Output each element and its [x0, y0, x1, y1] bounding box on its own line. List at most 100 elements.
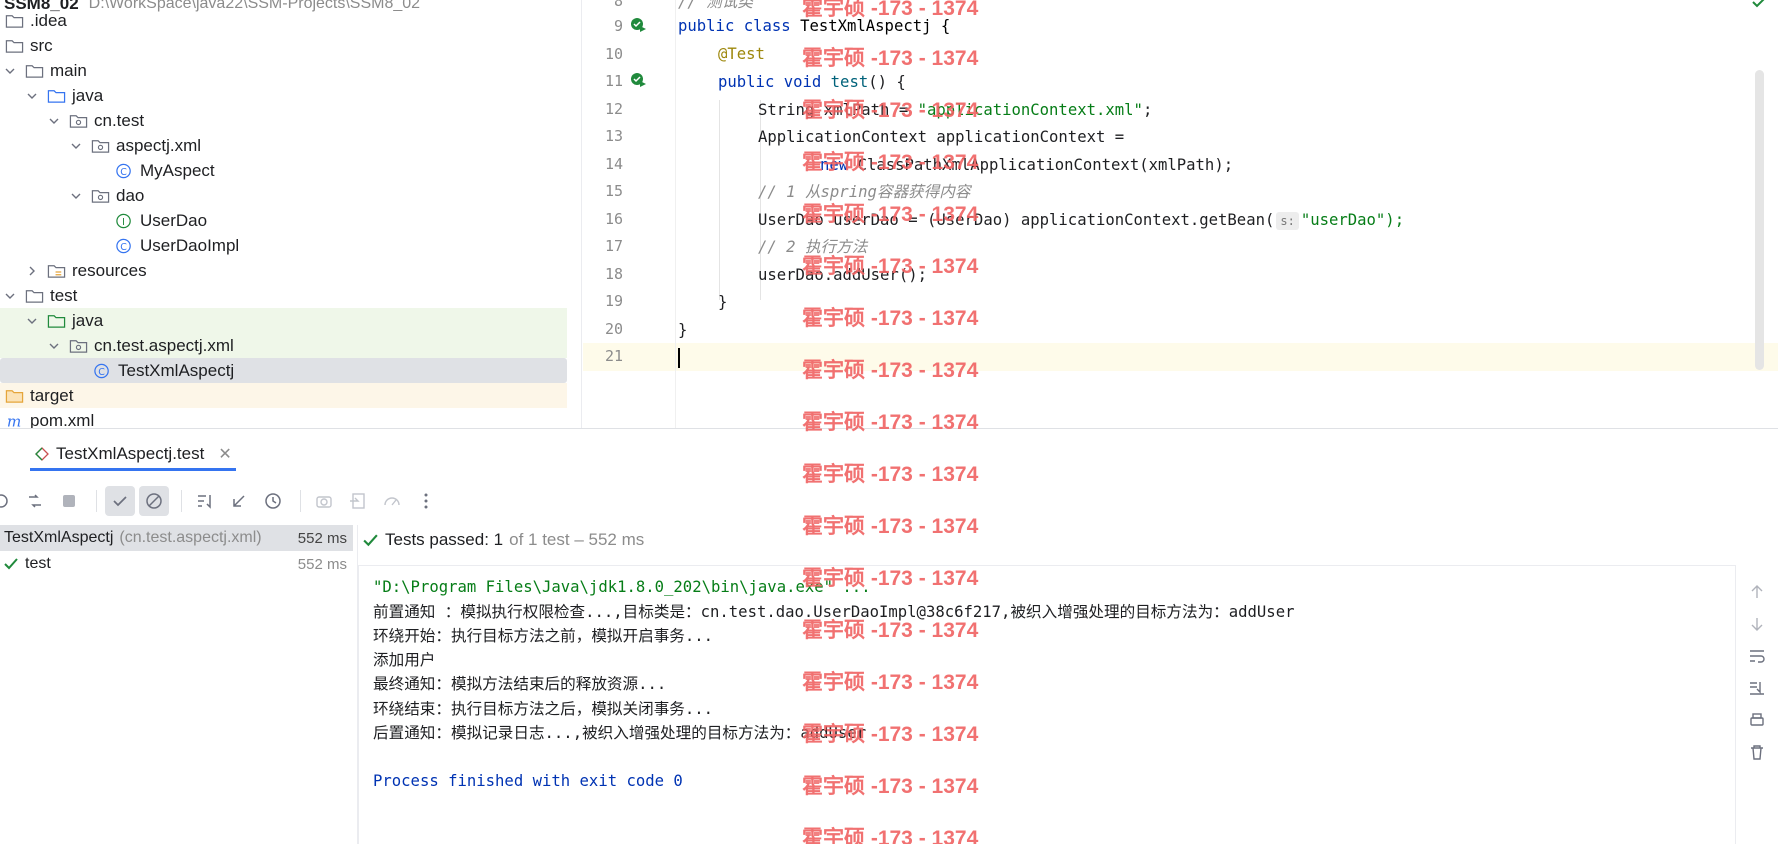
- code-line: new ClassPathXmlApplicationContext(xmlPa…: [820, 156, 1234, 174]
- tree-item-label: java: [72, 85, 104, 105]
- close-icon[interactable]: ✕: [218, 444, 231, 464]
- package-icon: [68, 337, 88, 355]
- tree-item-userdaoimpl[interactable]: C UserDaoImpl: [0, 233, 567, 258]
- code-line: // 2 执行方法: [758, 238, 868, 256]
- console-line: Process finished with exit code 0: [373, 772, 683, 790]
- tree-item-resources[interactable]: resources: [0, 258, 567, 283]
- current-line-highlight: [583, 343, 1778, 371]
- console-output[interactable]: "D:\Program Files\Java\jdk1.8.0_202\bin\…: [358, 565, 1736, 844]
- sort-icon[interactable]: [190, 486, 220, 516]
- tree-item-test-java[interactable]: java: [0, 308, 567, 333]
- code-line: userDao.addUser();: [758, 266, 927, 284]
- tree-item-main[interactable]: main: [0, 58, 567, 83]
- ide-window: SSM8_02 D:\WorkSpace\java22\SSM-Projects…: [0, 0, 1778, 844]
- arrow-up-icon[interactable]: [1744, 579, 1770, 605]
- test-name: test: [25, 555, 51, 572]
- tree-item-dao[interactable]: dao: [0, 183, 567, 208]
- folder-icon: [24, 62, 44, 80]
- chevron-down-icon[interactable]: [24, 88, 40, 104]
- arrow-down-icon[interactable]: [1744, 611, 1770, 637]
- svg-text:C: C: [120, 241, 127, 252]
- console-line: 后置通知：模拟记录日志...,被织入增强处理的目标方法为：addUser: [373, 724, 867, 742]
- scroll-to-end-icon[interactable]: [1744, 675, 1770, 701]
- tree-item-label: src: [30, 35, 53, 55]
- tree-item-label: .idea: [30, 10, 67, 30]
- chevron-down-icon[interactable]: [46, 338, 62, 354]
- line-number: 19: [604, 292, 623, 310]
- run-test-icon[interactable]: [629, 16, 647, 34]
- test-results-tree: TestXmlAspectj (cn.test.aspectj.xml) 552…: [0, 525, 358, 844]
- collapse-icon[interactable]: [224, 486, 254, 516]
- tab-label: TestXmlAspectj.test: [56, 443, 205, 463]
- test-suite-package: (cn.test.aspectj.xml): [119, 529, 262, 546]
- line-number: 18: [604, 265, 623, 283]
- package-icon: [90, 187, 110, 205]
- chevron-down-icon[interactable]: [68, 188, 84, 204]
- tree-item-label: dao: [116, 185, 145, 205]
- code-line: // 1 从spring容器获得内容: [758, 183, 971, 201]
- tree-item-cn-test-aspectj-xml[interactable]: cn.test.aspectj.xml: [0, 333, 567, 358]
- rerun-failed-icon[interactable]: [20, 486, 50, 516]
- chevron-down-icon[interactable]: [46, 113, 62, 129]
- status-passed: Tests passed: 1: [385, 530, 504, 549]
- line-number: 12: [604, 100, 623, 118]
- tree-item-aspectj-xml[interactable]: aspectj.xml: [0, 133, 567, 158]
- test-suite-name: TestXmlAspectj: [4, 529, 114, 546]
- line-number: 16: [604, 210, 623, 228]
- console-line: 添加用户: [373, 651, 436, 669]
- folder-icon: [24, 287, 44, 305]
- stop-icon[interactable]: [54, 486, 84, 516]
- line-number: 21: [604, 347, 623, 365]
- tree-item-label: MyAspect: [140, 160, 215, 180]
- tree-item-idea[interactable]: .idea: [0, 8, 567, 33]
- chevron-down-icon[interactable]: [24, 313, 40, 329]
- test-folder-icon: [46, 312, 66, 330]
- code-text: UserDao userDao = (UserDao) applicationC…: [758, 211, 1275, 229]
- import-icon[interactable]: [343, 486, 373, 516]
- console-side-toolbar: [1744, 579, 1774, 771]
- rerun-icon[interactable]: [0, 486, 16, 516]
- test-row[interactable]: test 552 ms: [0, 551, 353, 577]
- svg-text:C: C: [98, 366, 105, 377]
- tree-item-target[interactable]: target: [0, 383, 567, 408]
- chevron-down-icon[interactable]: [2, 63, 18, 79]
- test-time: 552 ms: [297, 555, 347, 573]
- tree-item-pom[interactable]: m pom.xml: [0, 408, 567, 429]
- tree-item-label: UserDaoImpl: [140, 235, 240, 255]
- test-suite-row[interactable]: TestXmlAspectj (cn.test.aspectj.xml) 552…: [0, 525, 353, 551]
- svg-text:m: m: [6, 413, 20, 429]
- code-line: public void test() {: [718, 73, 906, 91]
- chevron-down-icon[interactable]: [2, 288, 18, 304]
- text-cursor: [678, 348, 680, 368]
- passed-check-icon: [4, 558, 18, 570]
- print-icon[interactable]: [1744, 707, 1770, 733]
- tree-item-label: main: [50, 60, 87, 80]
- tree-item-myaspect[interactable]: C MyAspect: [0, 158, 567, 183]
- editor-scrollbar[interactable]: [1755, 70, 1764, 370]
- trash-icon[interactable]: [1744, 739, 1770, 765]
- history-icon[interactable]: [258, 486, 288, 516]
- tree-item-cn-test[interactable]: cn.test: [0, 108, 567, 133]
- more-icon[interactable]: [411, 486, 441, 516]
- coverage-icon[interactable]: [377, 486, 407, 516]
- run-test-icon[interactable]: [629, 71, 647, 89]
- tree-item-java[interactable]: java: [0, 83, 567, 108]
- test-time: 552 ms: [297, 529, 347, 547]
- chevron-down-icon[interactable]: [68, 138, 84, 154]
- tree-item-test[interactable]: test: [0, 283, 567, 308]
- tree-item-testxmlaspectj[interactable]: C TestXmlAspectj: [0, 358, 567, 383]
- tab-run-config[interactable]: TestXmlAspectj.test ✕: [30, 439, 236, 471]
- soft-wrap-icon[interactable]: [1744, 643, 1770, 669]
- folder-icon: [4, 12, 24, 30]
- tree-item-userdao[interactable]: I UserDao: [0, 208, 567, 233]
- chevron-right-icon[interactable]: [24, 263, 40, 279]
- interface-icon: I: [114, 212, 134, 230]
- tree-item-label: cn.test: [94, 110, 145, 130]
- code-editor[interactable]: 8 9 10 11 12 13 14 15 16 17 18 19 20 21 …: [583, 0, 1778, 428]
- camera-icon[interactable]: [309, 486, 339, 516]
- tree-item-src[interactable]: src: [0, 33, 567, 58]
- show-passed-icon[interactable]: [105, 486, 135, 516]
- line-number: 17: [604, 237, 623, 255]
- tree-item-label: pom.xml: [30, 410, 95, 429]
- show-ignored-icon[interactable]: [139, 486, 169, 516]
